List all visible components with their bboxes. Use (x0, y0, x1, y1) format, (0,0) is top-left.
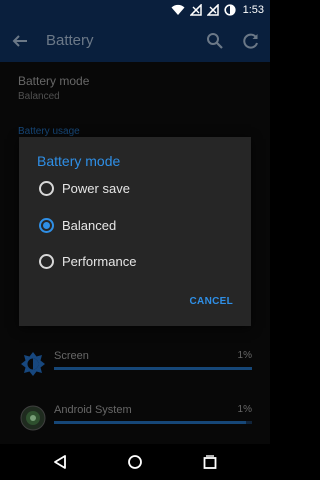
battery-icon (223, 4, 236, 16)
status-time: 1:53 (242, 4, 264, 16)
radio-button[interactable] (39, 253, 54, 269)
radio-option-power-save[interactable]: Power save (39, 177, 239, 199)
signal-off-icon (206, 4, 219, 16)
radio-label: Performance (62, 253, 137, 269)
battery-mode-dialog: Battery mode Power save Balanced Perform… (19, 137, 251, 326)
nav-recents-icon[interactable] (201, 453, 219, 471)
wifi-icon (171, 4, 185, 15)
nav-home-icon[interactable] (126, 453, 144, 471)
signal-off-icon (189, 4, 202, 16)
radio-label: Balanced (62, 217, 117, 233)
radio-option-performance[interactable]: Performance (39, 250, 239, 272)
cancel-button[interactable]: CANCEL (190, 296, 233, 307)
radio-option-balanced[interactable]: Balanced (39, 214, 239, 236)
dialog-title: Battery mode (37, 153, 121, 169)
status-bar: 1:53 (0, 0, 270, 20)
radio-label: Power save (62, 180, 130, 196)
radio-button[interactable] (39, 217, 54, 233)
radio-button[interactable] (39, 180, 54, 196)
nav-back-icon[interactable] (51, 453, 69, 471)
navigation-bar (0, 444, 270, 480)
status-icons: 1:53 (171, 2, 264, 18)
